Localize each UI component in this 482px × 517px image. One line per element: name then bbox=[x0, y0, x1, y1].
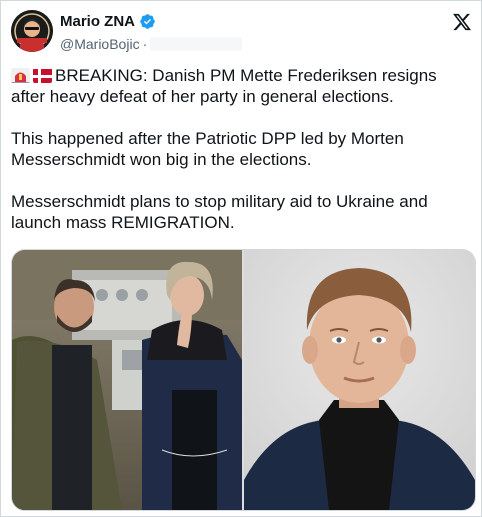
tweet-card: Mario ZNA @MarioBojic · BREAKING: Danish… bbox=[0, 0, 482, 517]
author-name[interactable]: Mario ZNA bbox=[60, 13, 135, 30]
tweet-line-4: Messerschmidt won big in the elections. bbox=[11, 150, 312, 169]
rotating-light-emoji bbox=[11, 68, 30, 83]
photo-messerschmidt-portrait[interactable] bbox=[244, 250, 475, 510]
tweet-line-1: BREAKING: Danish PM Mette Frederiksen re… bbox=[55, 66, 437, 85]
verified-badge-icon bbox=[140, 14, 155, 29]
tweet-line-2: after heavy defeat of her party in gener… bbox=[11, 87, 394, 106]
tweet-media bbox=[11, 249, 476, 511]
photo-zelensky-frederiksen[interactable] bbox=[12, 250, 242, 510]
tweet-line-5: Messerschmidt plans to stop military aid… bbox=[11, 192, 428, 211]
x-logo-icon[interactable] bbox=[452, 12, 472, 32]
denmark-flag-emoji bbox=[33, 68, 52, 83]
tweet-body: BREAKING: Danish PM Mette Frederiksen re… bbox=[11, 65, 473, 233]
tweet-line-6: launch mass REMIGRATION. bbox=[11, 213, 235, 232]
author-avatar[interactable] bbox=[11, 10, 53, 52]
tweet-paragraph-2: This happened after the Patriotic DPP le… bbox=[11, 128, 473, 170]
author-name-row: Mario ZNA bbox=[60, 13, 156, 30]
author-handle-row: @MarioBojic · bbox=[60, 36, 243, 52]
tweet-paragraph-1: BREAKING: Danish PM Mette Frederiksen re… bbox=[11, 65, 473, 107]
tweet-paragraph-3: Messerschmidt plans to stop military aid… bbox=[11, 191, 473, 233]
redacted-timestamp bbox=[150, 37, 243, 51]
author-handle[interactable]: @MarioBojic bbox=[60, 36, 140, 52]
handle-separator: · bbox=[142, 36, 148, 52]
profile-avatar-icon bbox=[11, 10, 53, 52]
tweet-line-3: This happened after the Patriotic DPP le… bbox=[11, 129, 404, 148]
